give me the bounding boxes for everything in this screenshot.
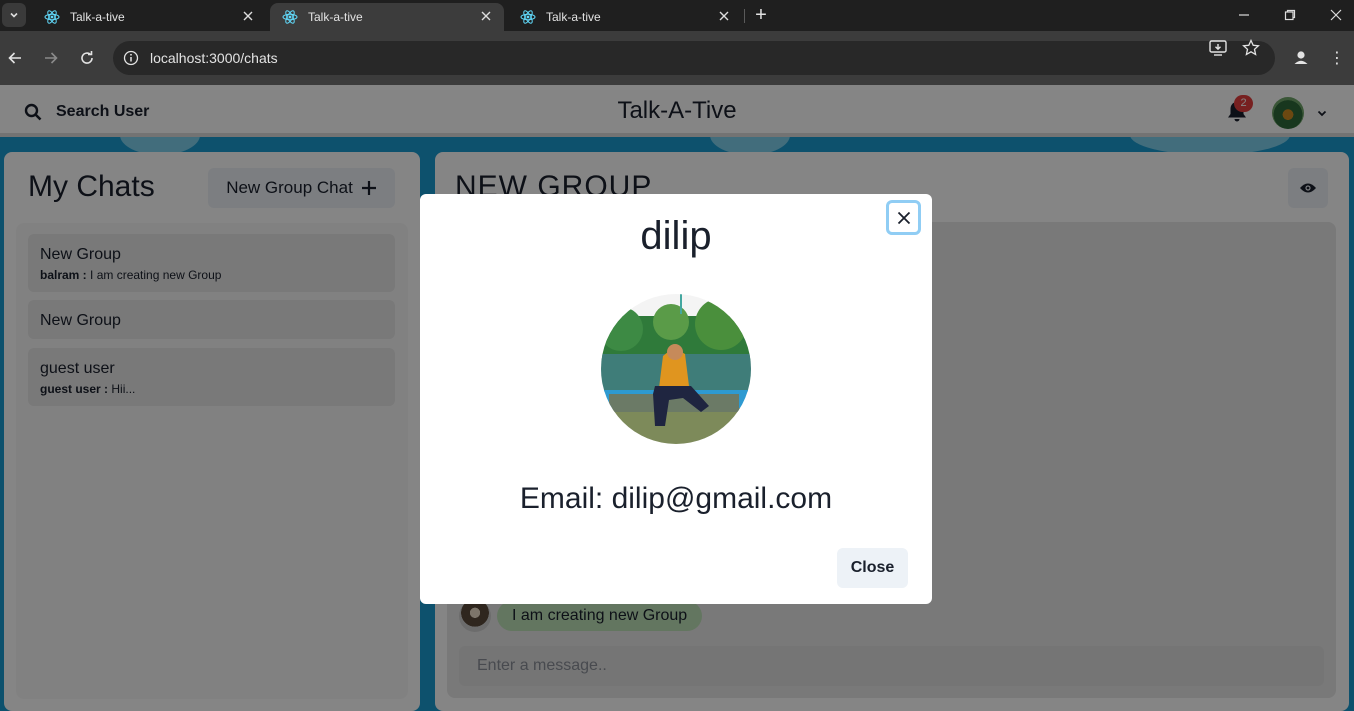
site-info-icon[interactable]: [123, 50, 139, 66]
reload-icon[interactable]: [76, 47, 98, 69]
tab-title: Talk-a-tive: [70, 10, 125, 24]
address-bar[interactable]: localhost:3000/chats: [113, 41, 1275, 75]
restore-icon[interactable]: [1278, 5, 1302, 25]
install-app-icon[interactable]: [1208, 39, 1228, 57]
react-icon: [282, 10, 298, 24]
tab-search-chevron-icon[interactable]: [2, 3, 26, 27]
tab-separator: [744, 9, 745, 23]
browser-tab-1[interactable]: Talk-a-tive: [32, 3, 266, 31]
forward-arrow-icon[interactable]: [40, 47, 62, 69]
new-tab-plus-icon[interactable]: +: [752, 5, 770, 25]
close-button[interactable]: Close: [837, 548, 908, 588]
browser-toolbar: localhost:3000/chats ⋮: [0, 31, 1354, 85]
url-text[interactable]: localhost:3000/chats: [150, 50, 278, 66]
close-tab-icon[interactable]: [478, 8, 494, 24]
browser-menu-icon[interactable]: ⋮: [1329, 47, 1345, 69]
tab-title: Talk-a-tive: [546, 10, 601, 24]
react-icon: [44, 10, 60, 24]
window-close-icon[interactable]: [1324, 5, 1348, 25]
profile-icon[interactable]: [1290, 47, 1312, 69]
close-tab-icon[interactable]: [240, 8, 256, 24]
back-arrow-icon[interactable]: [4, 47, 26, 69]
browser-tab-bar: Talk-a-tive Talk-a-tive Talk-a-tive +: [0, 0, 1354, 31]
bookmark-star-icon[interactable]: [1241, 39, 1261, 57]
tab-title: Talk-a-tive: [308, 10, 363, 24]
profile-photo: [601, 294, 751, 444]
profile-email: Email: dilip@gmail.com: [519, 482, 833, 515]
browser-tab-3[interactable]: Talk-a-tive: [508, 3, 742, 31]
profile-name: dilip: [640, 214, 712, 258]
minimize-icon[interactable]: [1232, 5, 1256, 25]
close-tab-icon[interactable]: [716, 8, 732, 24]
browser-tab-2[interactable]: Talk-a-tive: [270, 3, 504, 31]
react-icon: [520, 10, 536, 24]
